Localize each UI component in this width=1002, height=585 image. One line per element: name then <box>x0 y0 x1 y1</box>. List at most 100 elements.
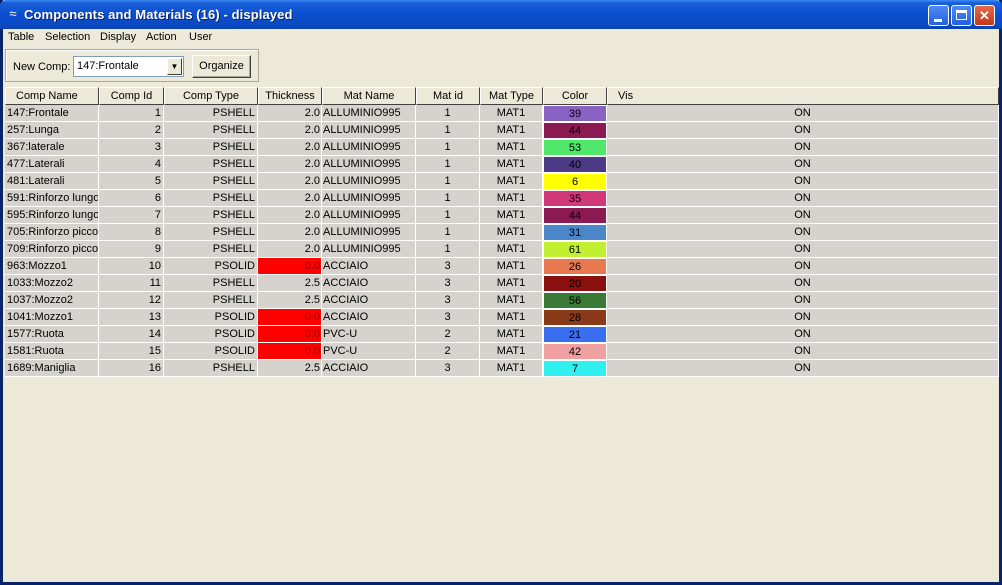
cell-comp-name[interactable]: 1689:Maniglia <box>5 360 99 377</box>
cell-comp-id[interactable]: 16 <box>99 360 164 377</box>
table-row[interactable]: 1037:Mozzo2 12 PSHELL 2.5 ACCIAIO 3 MAT1 56 ON <box>5 292 999 309</box>
cell-mat-type[interactable]: MAT1 <box>480 309 543 326</box>
cell-comp-type[interactable]: PSHELL <box>164 275 258 292</box>
cell-vis[interactable]: ON <box>607 122 999 139</box>
cell-mat-type[interactable]: MAT1 <box>480 224 543 241</box>
table-row[interactable]: 709:Rinforzo picco 9 PSHELL 2.0 ALLUMINIO995… <box>5 241 999 258</box>
cell-comp-name[interactable]: 963:Mozzo1 <box>5 258 99 275</box>
cell-mat-type[interactable]: MAT1 <box>480 326 543 343</box>
cell-comp-id[interactable]: 8 <box>99 224 164 241</box>
menu-display[interactable]: Display <box>100 31 136 43</box>
cell-mat-id[interactable]: 3 <box>416 258 480 275</box>
minimize-button[interactable] <box>928 5 949 26</box>
cell-mat-id[interactable]: 1 <box>416 139 480 156</box>
cell-comp-name[interactable]: 367:laterale <box>5 139 99 156</box>
cell-mat-name[interactable]: ALLUMINIO995 <box>322 105 416 122</box>
cell-mat-id[interactable]: 2 <box>416 343 480 360</box>
header-thickness[interactable]: Thickness <box>258 87 322 105</box>
cell-color[interactable]: 39 <box>543 105 607 122</box>
cell-comp-name[interactable]: 591:Rinforzo lungo <box>5 190 99 207</box>
cell-vis[interactable]: ON <box>607 258 999 275</box>
cell-thickness[interactable]: 2.0 <box>258 105 322 122</box>
cell-mat-id[interactable]: 3 <box>416 275 480 292</box>
maximize-button[interactable] <box>951 5 972 26</box>
cell-mat-name[interactable]: ACCIAIO <box>322 258 416 275</box>
cell-comp-name[interactable]: 1581:Ruota <box>5 343 99 360</box>
cell-mat-name[interactable]: ALLUMINIO995 <box>322 241 416 258</box>
cell-mat-id[interactable]: 1 <box>416 207 480 224</box>
cell-vis[interactable]: ON <box>607 343 999 360</box>
cell-mat-name[interactable]: ACCIAIO <box>322 292 416 309</box>
cell-color[interactable]: 42 <box>543 343 607 360</box>
cell-color[interactable]: 26 <box>543 258 607 275</box>
cell-comp-type[interactable]: PSHELL <box>164 105 258 122</box>
title-bar[interactable]: ≈ Components and Materials (16) - displa… <box>0 0 1002 29</box>
cell-vis[interactable]: ON <box>607 156 999 173</box>
cell-color[interactable]: 56 <box>543 292 607 309</box>
cell-mat-type[interactable]: MAT1 <box>480 139 543 156</box>
cell-color[interactable]: 31 <box>543 224 607 241</box>
header-color[interactable]: Color <box>543 87 607 105</box>
table-row[interactable]: 595:Rinforzo lungo 7 PSHELL 2.0 ALLUMINIO995… <box>5 207 999 224</box>
cell-thickness[interactable]: 2.0 <box>258 190 322 207</box>
cell-comp-name[interactable]: 481:Laterali <box>5 173 99 190</box>
cell-comp-name[interactable]: 147:Frontale <box>5 105 99 122</box>
cell-mat-id[interactable]: 1 <box>416 105 480 122</box>
menu-table[interactable]: Table <box>8 31 34 43</box>
cell-comp-id[interactable]: 9 <box>99 241 164 258</box>
cell-color[interactable]: 20 <box>543 275 607 292</box>
cell-mat-type[interactable]: MAT1 <box>480 360 543 377</box>
header-vis[interactable]: Vis <box>607 87 999 105</box>
cell-thickness[interactable]: 2.0 <box>258 122 322 139</box>
header-comp-id[interactable]: Comp Id <box>99 87 164 105</box>
cell-mat-name[interactable]: ALLUMINIO995 <box>322 224 416 241</box>
cell-thickness[interactable]: 2.5 <box>258 360 322 377</box>
cell-thickness[interactable]: 2.0 <box>258 241 322 258</box>
cell-thickness[interactable]: 0.0 <box>258 343 322 360</box>
header-mat-id[interactable]: Mat id <box>416 87 480 105</box>
cell-mat-type[interactable]: MAT1 <box>480 105 543 122</box>
table-row[interactable]: 1581:Ruota 15 PSOLID 0.0 PVC-U 2 MAT1 42 ON <box>5 343 999 360</box>
cell-mat-id[interactable]: 3 <box>416 309 480 326</box>
cell-comp-id[interactable]: 13 <box>99 309 164 326</box>
cell-color[interactable]: 44 <box>543 207 607 224</box>
cell-color[interactable]: 6 <box>543 173 607 190</box>
cell-comp-id[interactable]: 10 <box>99 258 164 275</box>
cell-comp-id[interactable]: 7 <box>99 207 164 224</box>
cell-thickness[interactable]: 0.0 <box>258 309 322 326</box>
cell-vis[interactable]: ON <box>607 241 999 258</box>
cell-mat-type[interactable]: MAT1 <box>480 343 543 360</box>
cell-mat-type[interactable]: MAT1 <box>480 207 543 224</box>
cell-comp-type[interactable]: PSHELL <box>164 173 258 190</box>
cell-thickness[interactable]: 2.0 <box>258 207 322 224</box>
cell-vis[interactable]: ON <box>607 326 999 343</box>
cell-vis[interactable]: ON <box>607 207 999 224</box>
cell-vis[interactable]: ON <box>607 360 999 377</box>
new-comp-select[interactable]: 147:Frontale ▼ <box>73 56 184 77</box>
cell-vis[interactable]: ON <box>607 105 999 122</box>
table-row[interactable]: 481:Laterali 5 PSHELL 2.0 ALLUMINIO995 1 MAT1 6… <box>5 173 999 190</box>
cell-vis[interactable]: ON <box>607 173 999 190</box>
cell-thickness[interactable]: 2.5 <box>258 292 322 309</box>
table-row[interactable]: 1577:Ruota 14 PSOLID 0.0 PVC-U 2 MAT1 21 ON <box>5 326 999 343</box>
cell-comp-id[interactable]: 4 <box>99 156 164 173</box>
cell-color[interactable]: 21 <box>543 326 607 343</box>
cell-thickness[interactable]: 0.0 <box>258 326 322 343</box>
cell-mat-type[interactable]: MAT1 <box>480 173 543 190</box>
cell-comp-id[interactable]: 1 <box>99 105 164 122</box>
cell-mat-id[interactable]: 3 <box>416 360 480 377</box>
table-row[interactable]: 367:laterale 3 PSHELL 2.0 ALLUMINIO995 1 MAT1 5… <box>5 139 999 156</box>
cell-mat-type[interactable]: MAT1 <box>480 292 543 309</box>
cell-mat-type[interactable]: MAT1 <box>480 156 543 173</box>
header-comp-name[interactable]: Comp Name <box>5 87 99 105</box>
table-row[interactable]: 257:Lunga 2 PSHELL 2.0 ALLUMINIO995 1 MAT1 44 ON <box>5 122 999 139</box>
chevron-down-icon[interactable]: ▼ <box>167 58 182 75</box>
cell-mat-id[interactable]: 3 <box>416 292 480 309</box>
cell-comp-name[interactable]: 595:Rinforzo lungo <box>5 207 99 224</box>
cell-comp-name[interactable]: 1037:Mozzo2 <box>5 292 99 309</box>
cell-comp-type[interactable]: PSHELL <box>164 207 258 224</box>
cell-mat-id[interactable]: 1 <box>416 122 480 139</box>
cell-mat-id[interactable]: 1 <box>416 190 480 207</box>
cell-mat-name[interactable]: ACCIAIO <box>322 309 416 326</box>
cell-comp-id[interactable]: 12 <box>99 292 164 309</box>
